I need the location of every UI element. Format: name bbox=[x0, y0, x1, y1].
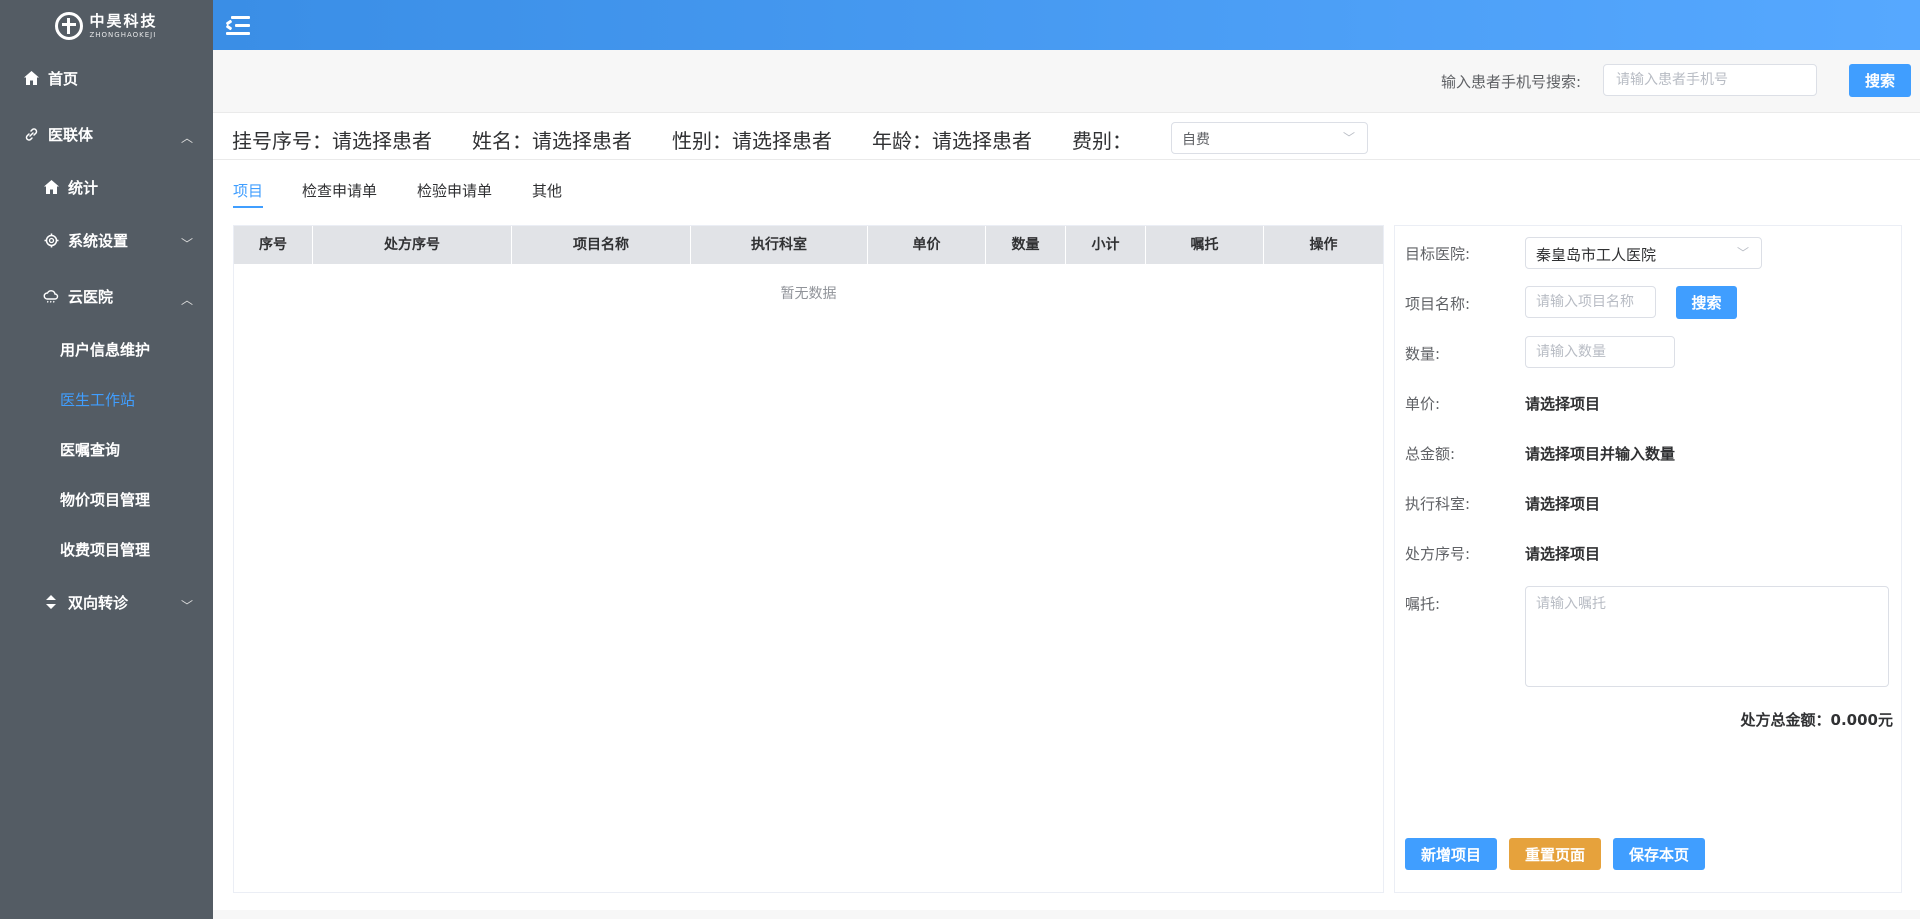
workstation-panel: 项目 检查申请单 检验申请单 其他 序号 处方序号 项目名称 执行科室 单价 数… bbox=[213, 160, 1920, 910]
instruction-textarea[interactable] bbox=[1525, 586, 1889, 687]
patient-gender: 性别：请选择患者 bbox=[672, 129, 832, 153]
tab-lab-request[interactable]: 检验申请单 bbox=[417, 180, 492, 201]
fee-type-label: 费别： bbox=[1072, 129, 1132, 153]
sidebar-item-label: 医生工作站 bbox=[60, 390, 136, 409]
patient-info-bar: 挂号序号：请选择患者 姓名：请选择患者 性别：请选择患者 年龄：请选择患者 费别… bbox=[213, 112, 1920, 160]
item-name-label: 项目名称: bbox=[1405, 295, 1471, 313]
sidebar-item-label: 统计 bbox=[68, 178, 99, 197]
logo-name: 中昊科技 bbox=[89, 11, 158, 30]
patient-phone-search-input[interactable] bbox=[1603, 64, 1817, 96]
instruction-label: 嘱托: bbox=[1405, 595, 1441, 613]
gear-icon bbox=[42, 231, 60, 249]
sidebar: 中昊科技 ZHONGHAOKEJI 首页 医联体 ︿ 统计 系统设置 ﹀ 云医院 bbox=[0, 0, 213, 919]
sidebar-item-user-info[interactable]: 用户信息维护 bbox=[0, 321, 213, 377]
active-tab-indicator bbox=[233, 206, 263, 208]
tab-items[interactable]: 项目 bbox=[233, 180, 263, 201]
sort-icon bbox=[42, 593, 60, 611]
add-item-button[interactable]: 新增项目 bbox=[1405, 838, 1497, 870]
menu-toggle-icon[interactable] bbox=[225, 16, 250, 36]
chevron-down-icon: ﹀ bbox=[1342, 131, 1355, 145]
home-icon bbox=[42, 178, 60, 196]
target-hospital-value: 秦皇岛市工人医院 bbox=[1536, 246, 1657, 264]
target-hospital-label: 目标医院: bbox=[1405, 245, 1471, 263]
item-entry-form: 目标医院: 秦皇岛市工人医院 ﹀ 项目名称: 搜索 数量: 单价: 请选择项目 … bbox=[1394, 225, 1902, 893]
chevron-up-icon: ︿ bbox=[180, 293, 193, 307]
fee-type-value: 自费 bbox=[1182, 132, 1210, 148]
reset-page-button[interactable]: 重置页面 bbox=[1509, 838, 1601, 870]
patient-phone-search-label: 输入患者手机号搜索: bbox=[1441, 73, 1582, 91]
main-area: 输入患者手机号搜索: 搜索 挂号序号：请选择患者 姓名：请选择患者 性别：请选择… bbox=[213, 50, 1920, 919]
unit-price-label: 单价: bbox=[1405, 395, 1441, 413]
exec-dept-label: 执行科室: bbox=[1405, 495, 1471, 513]
target-hospital-select[interactable]: 秦皇岛市工人医院 ﹀ bbox=[1525, 237, 1762, 269]
prescription-number-value: 请选择项目 bbox=[1525, 545, 1601, 563]
link-icon bbox=[22, 125, 40, 143]
sidebar-item-medical-alliance[interactable]: 医联体 ︿ bbox=[0, 106, 213, 162]
sidebar-item-label: 系统设置 bbox=[68, 231, 129, 250]
fee-type-select[interactable]: 自费 ﹀ bbox=[1171, 122, 1368, 154]
tab-other[interactable]: 其他 bbox=[532, 180, 562, 201]
top-header bbox=[213, 0, 1920, 50]
column-header: 数量 bbox=[986, 226, 1066, 264]
column-header: 单价 bbox=[868, 226, 986, 264]
chevron-down-icon: ﹀ bbox=[180, 237, 193, 251]
sidebar-item-label: 医联体 bbox=[48, 125, 94, 144]
sidebar-item-home[interactable]: 首页 bbox=[0, 50, 213, 106]
sidebar-item-label: 双向转诊 bbox=[68, 593, 129, 612]
prescription-total: 处方总金额：0.000元 bbox=[1740, 711, 1893, 729]
sidebar-item-label: 物价项目管理 bbox=[60, 490, 151, 509]
sidebar-item-label: 收费项目管理 bbox=[60, 540, 151, 559]
patient-name: 姓名：请选择患者 bbox=[472, 129, 632, 153]
unit-price-value: 请选择项目 bbox=[1525, 395, 1601, 413]
column-header: 处方序号 bbox=[313, 226, 512, 264]
column-header: 嘱托 bbox=[1146, 226, 1264, 264]
total-amount-label: 总金额: bbox=[1405, 445, 1456, 463]
logo-icon bbox=[55, 12, 84, 40]
sidebar-item-label: 首页 bbox=[48, 69, 79, 88]
item-search-button[interactable]: 搜索 bbox=[1676, 286, 1737, 319]
sidebar-item-referral[interactable]: 双向转诊 ﹀ bbox=[0, 574, 213, 630]
item-name-input[interactable] bbox=[1525, 286, 1656, 318]
tab-exam-request[interactable]: 检查申请单 bbox=[302, 180, 377, 201]
home-icon bbox=[22, 69, 40, 87]
chevron-down-icon: ﹀ bbox=[1736, 246, 1749, 260]
column-header: 操作 bbox=[1309, 237, 1338, 253]
chevron-down-icon: ﹀ bbox=[180, 599, 193, 613]
prescription-number-label: 处方序号: bbox=[1405, 545, 1471, 563]
quantity-label: 数量: bbox=[1405, 345, 1441, 363]
column-header: 项目名称 bbox=[512, 226, 691, 264]
column-header: 小计 bbox=[1066, 226, 1146, 264]
sidebar-item-cloud-hospital[interactable]: 云医院 ︿ bbox=[0, 268, 213, 324]
column-header: 序号 bbox=[234, 226, 313, 264]
sidebar-item-price-items[interactable]: 物价项目管理 bbox=[0, 471, 213, 527]
sidebar-item-doctor-workstation[interactable]: 医生工作站 bbox=[0, 371, 213, 427]
sidebar-item-label: 医嘱查询 bbox=[60, 440, 121, 459]
sidebar-item-statistics[interactable]: 统计 bbox=[0, 159, 213, 215]
sidebar-item-order-query[interactable]: 医嘱查询 bbox=[0, 421, 213, 477]
patient-age: 年龄：请选择患者 bbox=[872, 129, 1032, 153]
sidebar-item-label: 用户信息维护 bbox=[60, 340, 151, 359]
registration-number: 挂号序号：请选择患者 bbox=[232, 129, 432, 153]
column-header: 执行科室 bbox=[691, 226, 868, 264]
quantity-input[interactable] bbox=[1525, 336, 1675, 368]
sidebar-item-label: 云医院 bbox=[68, 287, 114, 306]
cloud-icon bbox=[42, 287, 60, 305]
items-table: 序号 处方序号 项目名称 执行科室 单价 数量 小计 嘱托 操作 暂无数据 bbox=[233, 225, 1384, 893]
sidebar-item-system-settings[interactable]: 系统设置 ﹀ bbox=[0, 212, 213, 268]
sidebar-item-charge-items[interactable]: 收费项目管理 bbox=[0, 521, 213, 577]
logo: 中昊科技 ZHONGHAOKEJI bbox=[0, 0, 213, 52]
logo-subtitle: ZHONGHAOKEJI bbox=[89, 30, 157, 39]
total-amount-value: 请选择项目并输入数量 bbox=[1525, 445, 1676, 463]
patient-search-button[interactable]: 搜索 bbox=[1849, 64, 1911, 97]
chevron-up-icon: ︿ bbox=[180, 131, 193, 145]
patient-search-bar: 输入患者手机号搜索: 搜索 bbox=[213, 50, 1920, 112]
table-header: 序号 处方序号 项目名称 执行科室 单价 数量 小计 嘱托 操作 bbox=[234, 226, 1383, 264]
table-empty-text: 暂无数据 bbox=[780, 286, 837, 302]
save-page-button[interactable]: 保存本页 bbox=[1613, 838, 1705, 870]
exec-dept-value: 请选择项目 bbox=[1525, 495, 1601, 513]
